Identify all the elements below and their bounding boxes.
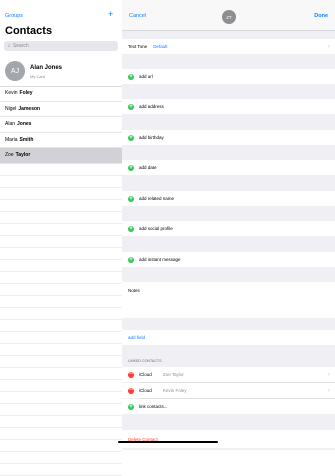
- linked-service: iCloud: [139, 388, 152, 393]
- linked-name: Kevin Foley: [163, 388, 187, 393]
- first-name: Kevin: [5, 90, 18, 97]
- page-title: Contacts: [5, 25, 53, 37]
- last-name: Jones: [17, 121, 32, 128]
- my-card[interactable]: AJ Alan Jones My Card: [0, 56, 122, 87]
- nav-bar: Cancel ZT Done: [122, 0, 335, 31]
- last-name: Foley: [19, 90, 33, 97]
- add-icon: +: [128, 103, 134, 110]
- link-contacts-label: link contacts...: [139, 404, 168, 409]
- notes-label: Notes: [128, 288, 140, 293]
- search-icon: ⌕: [8, 43, 11, 49]
- search-input[interactable]: ⌕ Search: [4, 41, 118, 51]
- add-instant-message-row[interactable]: + add instant message: [122, 252, 335, 267]
- add-icon: +: [128, 164, 134, 171]
- add-icon: +: [128, 73, 134, 80]
- contact-list: Kevin Foley Nigel Jameson Alan Jones Maria S…: [0, 86, 122, 476]
- add-instant-message-label: add instant message: [139, 257, 181, 262]
- add-social-profile-label: add social profile: [139, 226, 173, 231]
- last-name: Taylor: [15, 152, 31, 159]
- last-name: Smith: [19, 136, 34, 143]
- search-placeholder: Search: [12, 43, 29, 49]
- add-icon: +: [128, 195, 134, 202]
- text-tone-row[interactable]: Text Tone Default ›: [122, 39, 335, 54]
- add-icon: +: [128, 134, 134, 141]
- text-tone-value: Default: [153, 44, 168, 49]
- add-birthday-row[interactable]: + add birthday: [122, 130, 335, 145]
- groups-button[interactable]: Groups: [5, 13, 23, 19]
- my-card-name: Alan Jones: [30, 65, 63, 71]
- linked-service: iCloud: [139, 372, 152, 377]
- add-icon: +: [128, 225, 134, 232]
- contact-row-nigel-jameson[interactable]: Nigel Jameson: [0, 102, 122, 117]
- add-birthday-label: add birthday: [139, 135, 164, 140]
- edit-contact-pane: Cancel ZT Done Text Tone Default › + add…: [122, 0, 335, 448]
- contact-row-maria-smith[interactable]: Maria Smith: [0, 133, 122, 148]
- my-card-label: My Card: [30, 74, 46, 79]
- add-field-row[interactable]: add field: [122, 330, 335, 345]
- add-url-label: add url: [139, 74, 153, 79]
- last-name: Jameson: [18, 105, 41, 112]
- add-field-label: add field: [128, 335, 146, 340]
- link-contacts-row[interactable]: + link contacts...: [122, 399, 335, 414]
- contact-row-alan-jones[interactable]: Alan Jones: [0, 117, 122, 133]
- add-icon: +: [128, 256, 134, 263]
- linked-contact-row[interactable]: − iCloud Kevin Foley ›: [122, 383, 335, 398]
- contacts-list-pane: Groups + Contacts ⌕ Search AJ Alan Jones…: [0, 0, 123, 476]
- add-social-profile-row[interactable]: + add social profile: [122, 221, 335, 236]
- first-name: Zoe: [5, 152, 14, 159]
- add-contact-button[interactable]: +: [108, 10, 113, 19]
- add-address-label: add address: [139, 104, 164, 109]
- first-name: Alan: [5, 121, 16, 128]
- contact-row-kevin-foley[interactable]: Kevin Foley: [0, 86, 122, 102]
- contact-row-zoe-taylor[interactable]: Zoe Taylor: [0, 148, 122, 164]
- avatar: AJ: [5, 61, 25, 81]
- text-tone-label: Text Tone: [128, 44, 148, 49]
- notes-field[interactable]: Notes: [122, 282, 335, 318]
- add-date-label: add date: [139, 165, 157, 170]
- contact-avatar[interactable]: ZT: [222, 10, 236, 24]
- linked-contact-row[interactable]: − iCloud Zoe Taylor ›: [122, 367, 335, 382]
- add-related-name-label: add related name: [139, 196, 175, 201]
- delete-contact-row[interactable]: Delete Contact: [122, 430, 335, 448]
- add-icon: +: [128, 403, 134, 410]
- add-related-name-row[interactable]: + add related name: [122, 191, 335, 206]
- linked-contacts-header: LINKED CONTACTS: [128, 359, 162, 363]
- done-button[interactable]: Done: [314, 13, 328, 19]
- add-url-row[interactable]: + add url: [122, 69, 335, 84]
- cancel-button[interactable]: Cancel: [129, 13, 146, 19]
- first-name: Nigel: [5, 105, 17, 112]
- add-date-row[interactable]: + add date: [122, 160, 335, 175]
- chevron-right-icon: ›: [328, 387, 330, 394]
- empty-rows: [0, 164, 122, 476]
- add-address-row[interactable]: + add address: [122, 99, 335, 114]
- home-indicator[interactable]: [118, 441, 218, 443]
- remove-icon[interactable]: −: [128, 371, 134, 378]
- chevron-right-icon: ›: [328, 371, 330, 378]
- remove-icon[interactable]: −: [128, 387, 134, 394]
- linked-name: Zoe Taylor: [163, 372, 184, 377]
- chevron-right-icon: ›: [328, 43, 330, 50]
- first-name: Maria: [5, 136, 18, 143]
